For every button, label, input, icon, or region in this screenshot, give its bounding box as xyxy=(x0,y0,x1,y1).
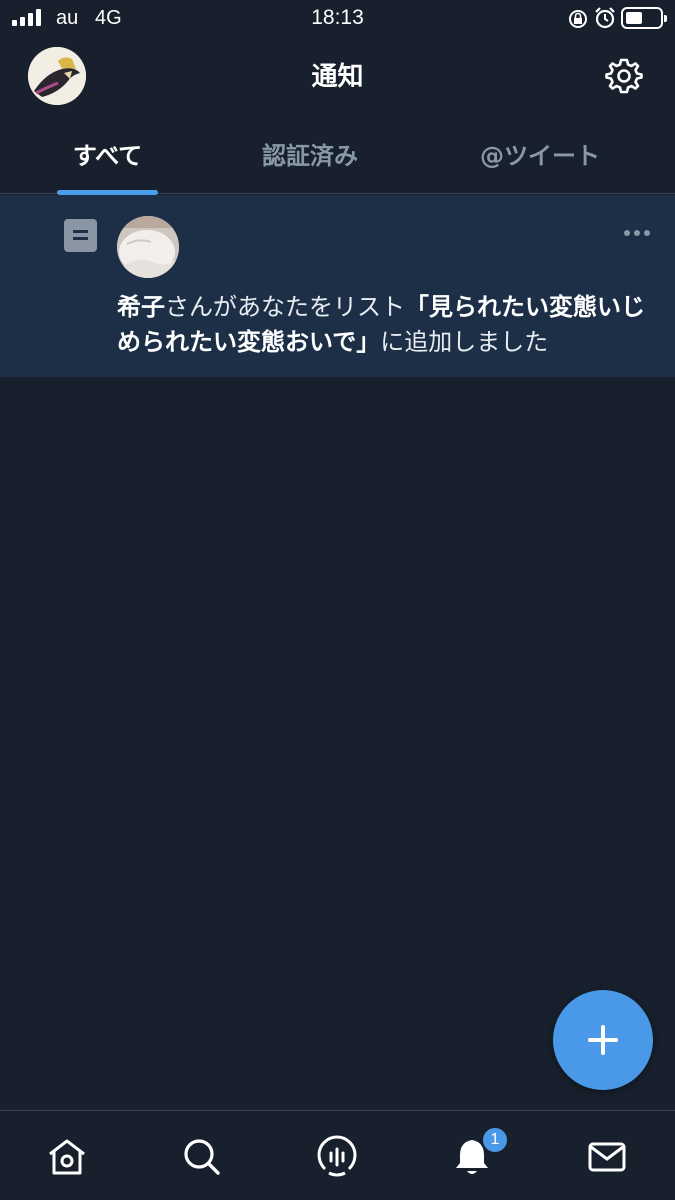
rotation-lock-icon xyxy=(569,10,587,28)
page-title: 通知 xyxy=(311,62,364,92)
notification-text-end: に追加しました xyxy=(380,328,549,356)
notification-tabs: すべて 認証済み @ツイート xyxy=(0,120,675,195)
notification-item[interactable]: 希子さんがあなたをリスト「見られたい変態いじめられたい変態おいで」に追加しました xyxy=(0,195,675,377)
tab-all[interactable]: すべて xyxy=(40,120,175,194)
user-avatar[interactable] xyxy=(117,216,179,278)
search-icon[interactable] xyxy=(180,1135,224,1179)
messages-envelope-icon[interactable] xyxy=(585,1135,629,1179)
bottom-navigation xyxy=(0,1110,675,1200)
more-options-icon[interactable] xyxy=(624,227,652,239)
tab-verified[interactable]: 認証済み xyxy=(230,120,390,194)
home-icon[interactable] xyxy=(45,1135,89,1179)
notification-text: 希子さんがあなたをリスト「見られたい変態いじめられたい変態おいで」に追加しました xyxy=(117,290,657,360)
list-icon xyxy=(64,219,97,252)
compose-tweet-button[interactable] xyxy=(553,990,653,1090)
settings-gear-icon[interactable] xyxy=(604,56,644,96)
tab-mentions[interactable]: @ツイート xyxy=(450,120,630,194)
battery-icon xyxy=(621,7,667,29)
spaces-icon[interactable] xyxy=(315,1135,359,1179)
notification-user[interactable]: 希子 xyxy=(117,293,165,321)
notification-count-badge: 1 xyxy=(481,1126,509,1154)
notification-text-mid: さんがあなたをリスト xyxy=(165,293,405,321)
alarm-icon xyxy=(595,7,615,29)
header: 通知 xyxy=(0,36,675,116)
status-bar: au 4G 18:13 xyxy=(0,0,675,36)
